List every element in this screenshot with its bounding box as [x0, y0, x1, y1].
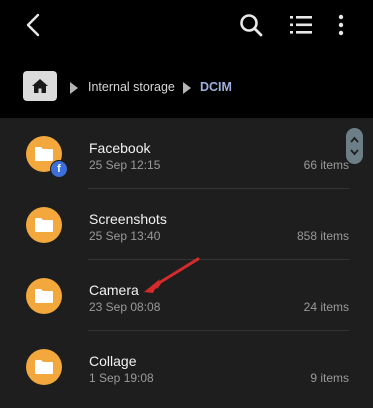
breadcrumb: Internal storage DCIM: [0, 52, 373, 118]
folder-icon: [26, 278, 62, 314]
folder-name: Collage: [89, 353, 137, 369]
list-item-screenshots[interactable]: Screenshots 25 Sep 13:40 858 items: [0, 189, 373, 260]
folder-item-count: 9 items: [310, 371, 349, 385]
scroll-arrows-icon: [350, 136, 359, 156]
folder-date: 1 Sep 19:08: [89, 371, 154, 385]
list-item-collage[interactable]: Collage 1 Sep 19:08 9 items: [0, 331, 373, 402]
folder-item-count: 66 items: [303, 158, 349, 172]
folder-item-count: 24 items: [303, 300, 349, 314]
folder-icon: [26, 349, 62, 385]
facebook-badge-icon: f: [50, 160, 68, 178]
back-icon[interactable]: [22, 12, 46, 38]
more-options-icon[interactable]: [333, 12, 349, 38]
folder-date: 25 Sep 12:15: [89, 158, 161, 172]
annotation-arrow-icon: [144, 257, 200, 293]
folder-date: 23 Sep 08:08: [89, 300, 161, 314]
folder-item-count: 858 items: [296, 229, 349, 243]
list-item-facebook[interactable]: f Facebook 25 Sep 12:15 66 items: [0, 118, 373, 189]
folder-date: 25 Sep 13:40: [89, 229, 161, 243]
list-view-icon[interactable]: [288, 13, 314, 37]
folder-name: Camera: [89, 282, 139, 298]
home-icon: [32, 79, 48, 93]
search-icon[interactable]: [238, 12, 264, 38]
fast-scroll-handle[interactable]: [346, 128, 363, 164]
breadcrumb-internal-storage[interactable]: Internal storage: [88, 80, 175, 94]
home-button[interactable]: [23, 71, 57, 101]
breadcrumb-separator-icon: [70, 82, 78, 94]
top-app-bar: [0, 0, 373, 52]
folder-name: Screenshots: [89, 211, 167, 227]
breadcrumb-dcim[interactable]: DCIM: [200, 80, 232, 94]
folder-name: Facebook: [89, 140, 151, 156]
breadcrumb-separator-icon: [183, 82, 191, 94]
folder-icon: [26, 207, 62, 243]
